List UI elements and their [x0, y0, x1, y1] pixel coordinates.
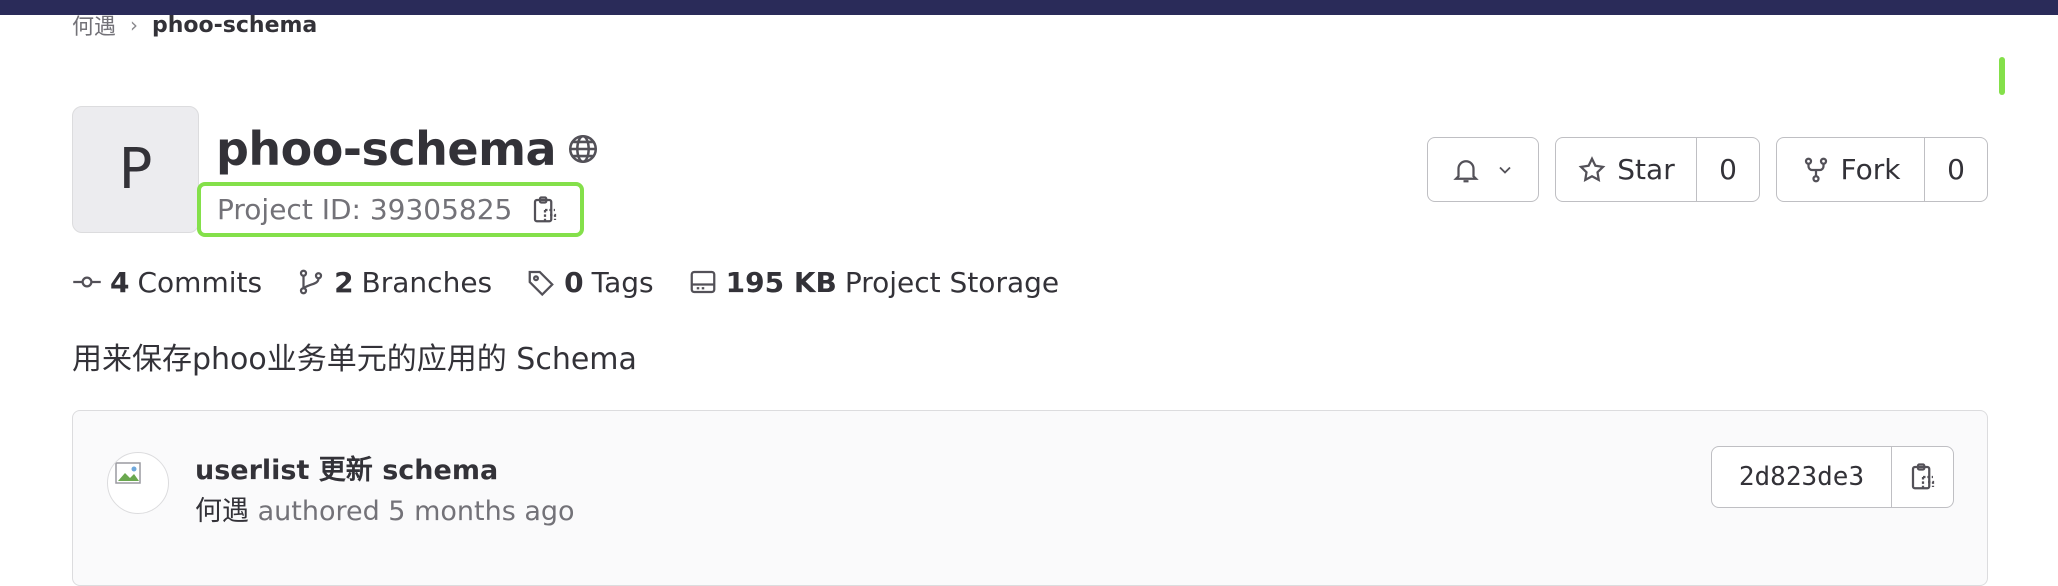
commit-time: authored 5 months ago	[257, 496, 575, 527]
commits-label: Commits	[137, 265, 263, 299]
storage-size: 195 KB	[725, 265, 837, 299]
project-id-label: Project ID: 39305825	[217, 193, 513, 226]
globe-icon	[569, 134, 598, 164]
commit-title[interactable]: userlist 更新 schema	[195, 448, 498, 487]
fork-button[interactable]: Fork	[1777, 138, 1924, 201]
breadcrumb-separator: ›	[130, 13, 139, 37]
breadcrumb-current[interactable]: phoo-schema	[152, 13, 317, 38]
branches-stat[interactable]: 2 Branches	[296, 266, 492, 299]
commit-icon	[73, 276, 101, 288]
bell-icon	[1453, 159, 1479, 182]
branch-icon	[299, 269, 323, 295]
tag-icon	[528, 270, 554, 297]
commit-sha[interactable]: 2d823de3	[1712, 447, 1892, 507]
star-button[interactable]: Star	[1556, 138, 1696, 201]
branches-count: 2	[334, 265, 354, 299]
copy-sha-button[interactable]	[1892, 447, 1953, 507]
fork-label: Fork	[1840, 153, 1901, 186]
storage-stat[interactable]: 195 KB Project Storage	[688, 265, 1060, 299]
tags-stat[interactable]: 0 Tags	[526, 265, 654, 299]
star-icon	[1578, 155, 1606, 182]
copy-sha-icon	[1911, 463, 1934, 490]
project-title: phoo-schema	[216, 122, 600, 176]
tags-label: Tags	[591, 265, 654, 299]
commit-author[interactable]: 何遇	[195, 496, 249, 527]
breadcrumb: 何遇 › phoo-schema	[72, 9, 317, 41]
commit-author-avatar[interactable]	[107, 452, 169, 514]
project-description: 用来保存phoo业务单元的应用的 Schema	[72, 342, 637, 377]
project-stats: 4 Commits 2 Branches 0 Tags 195 KB Proje…	[72, 262, 1093, 302]
copy-project-id-icon[interactable]	[530, 195, 560, 225]
chevron-down-icon	[1499, 166, 1511, 174]
star-count[interactable]: 0	[1696, 138, 1759, 201]
project-name: phoo-schema	[216, 122, 557, 176]
storage-icon	[690, 270, 715, 294]
star-button-group: Star 0	[1555, 137, 1760, 202]
breadcrumb-owner[interactable]: 何遇	[72, 9, 116, 41]
branches-label: Branches	[361, 265, 493, 299]
project-id-box: Project ID: 39305825	[197, 182, 584, 237]
star-label: Star	[1617, 153, 1675, 186]
commit-meta: 何遇 authored 5 months ago	[195, 489, 575, 528]
fork-button-group: Fork 0	[1776, 137, 1988, 202]
last-commit-panel: userlist 更新 schema 何遇 authored 5 months …	[72, 410, 1988, 586]
fork-icon	[1804, 157, 1827, 182]
project-avatar-letter: P	[118, 137, 153, 202]
project-avatar: P	[72, 106, 199, 233]
broken-image-icon	[115, 462, 141, 484]
notification-dropdown-button[interactable]	[1427, 137, 1539, 202]
notification-segment[interactable]	[1428, 138, 1538, 201]
commits-stat[interactable]: 4 Commits	[72, 266, 262, 299]
tags-count: 0	[564, 265, 584, 299]
commits-count: 4	[110, 265, 130, 299]
fork-count[interactable]: 0	[1924, 138, 1987, 201]
commit-sha-group: 2d823de3	[1711, 446, 1954, 508]
storage-label: Project Storage	[844, 265, 1060, 299]
scroll-indicator	[1999, 57, 2005, 95]
